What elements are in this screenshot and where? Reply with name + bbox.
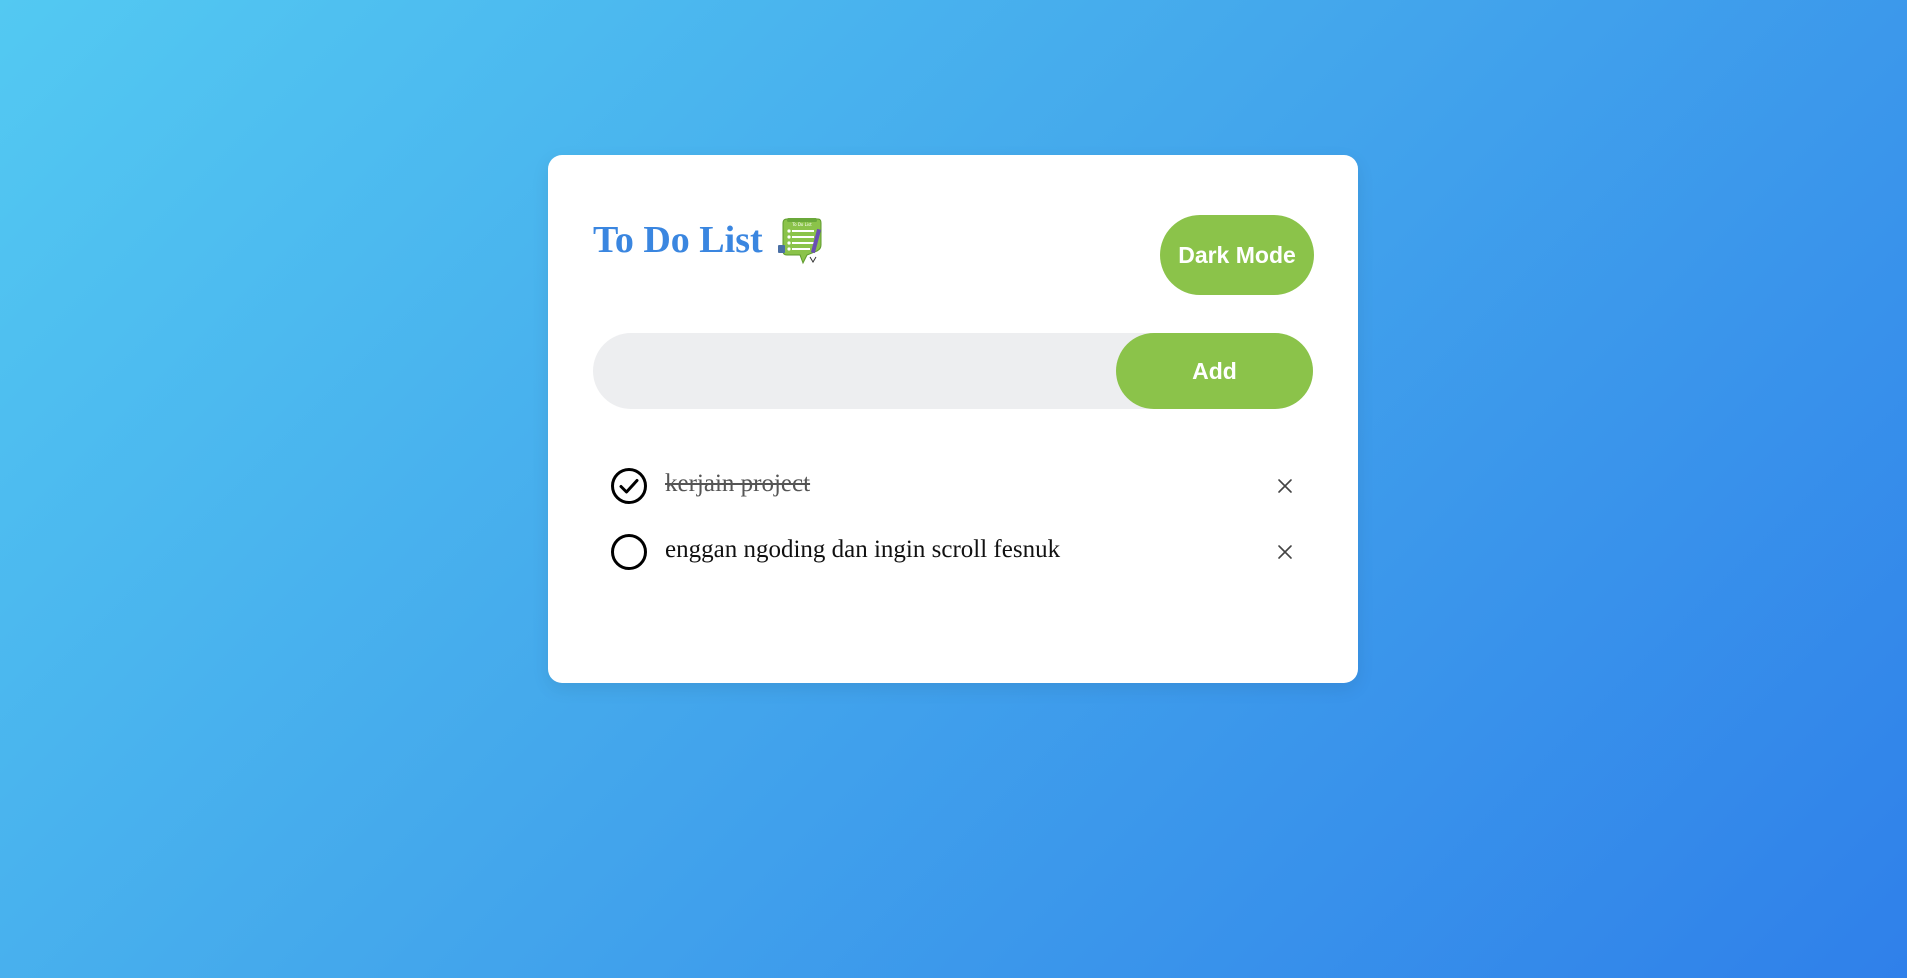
task-text: kerjain project: [665, 469, 811, 497]
title-row: To Do List To Do List: [593, 215, 824, 265]
close-icon[interactable]: [1270, 537, 1300, 567]
dark-mode-button[interactable]: Dark Mode: [1160, 215, 1314, 295]
close-icon[interactable]: [1270, 471, 1300, 501]
task-text: enggan ngoding dan ingin scroll fesnuk: [665, 535, 1061, 563]
notepad-icon: To Do List: [777, 218, 822, 265]
task-input-row: Add: [593, 333, 1313, 409]
add-button[interactable]: Add: [1116, 333, 1313, 409]
task-item[interactable]: kerjain project: [610, 453, 1300, 519]
app-title: To Do List: [593, 219, 763, 261]
task-item[interactable]: enggan ngoding dan ingin scroll fesnuk: [610, 519, 1300, 585]
task-input[interactable]: [593, 333, 1116, 409]
todo-card: To Do List To Do List Dark Mode Add kerj…: [548, 155, 1358, 683]
checked-circle-icon[interactable]: [610, 467, 648, 505]
svg-text:To Do List: To Do List: [791, 222, 812, 227]
task-list: kerjain project enggan ngoding dan ingin…: [610, 453, 1300, 585]
unchecked-circle-icon[interactable]: [610, 533, 648, 571]
